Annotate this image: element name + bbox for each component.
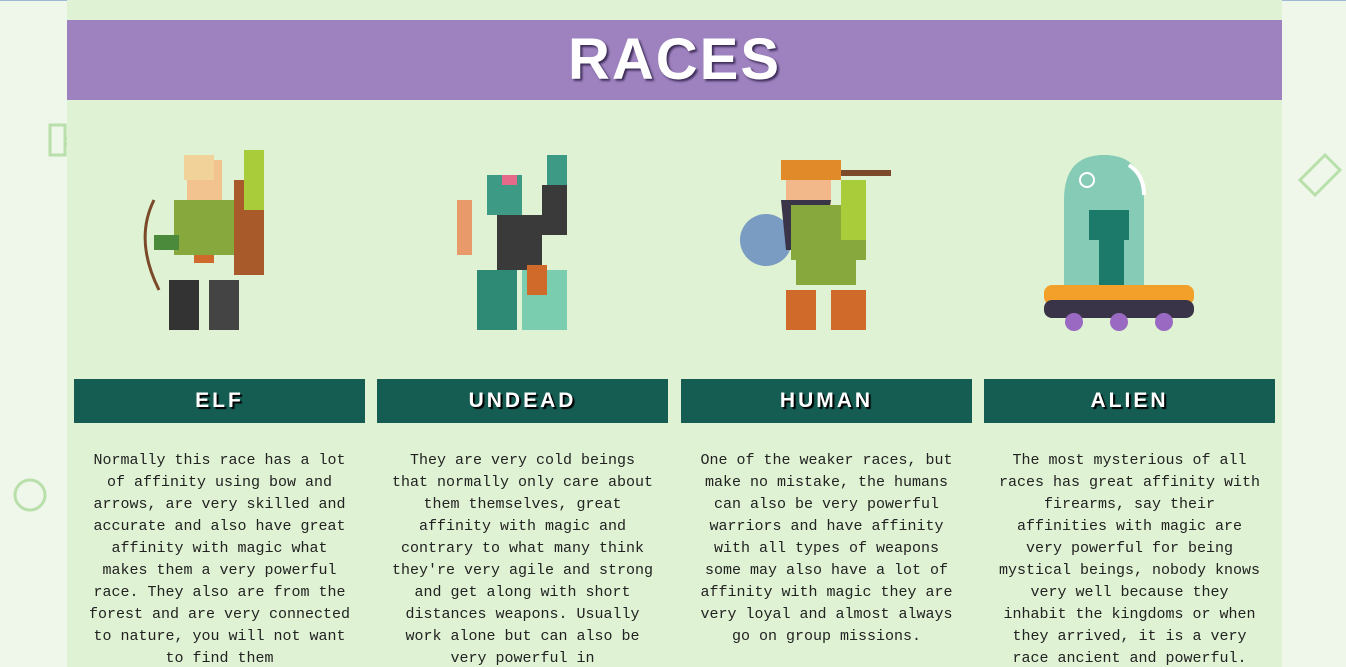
race-card-human: HUMAN One of the weaker races, but make … [681,0,972,667]
alien-ufo-illustration [1044,155,1194,331]
race-card-alien: ALIEN The most mysterious of all races h… [984,0,1275,667]
race-card-elf: ELF Normally this race has a lot of affi… [74,0,365,667]
race-title: ALIEN [984,379,1275,423]
race-title: UNDEAD [377,379,668,423]
undead-zombie-illustration [457,155,567,330]
race-description: The most mysterious of all races has gre… [998,452,1261,667]
race-description: One of the weaker races, but make no mis… [700,452,953,645]
race-description: Normally this race has a lot of affinity… [88,452,351,667]
race-title: HUMAN [681,379,972,423]
scroll-decoration-icon [1297,152,1343,198]
race-card-undead: UNDEAD They are very cold beings that no… [377,0,668,667]
content-column: RACES ELF Normally this race has a lot o… [67,0,1282,667]
race-title: ELF [74,379,365,423]
coins-decoration-icon [13,478,47,512]
race-description: They are very cold beings that normally … [391,452,654,667]
elf-archer-illustration [143,150,264,330]
human-warrior-illustration [740,160,891,330]
